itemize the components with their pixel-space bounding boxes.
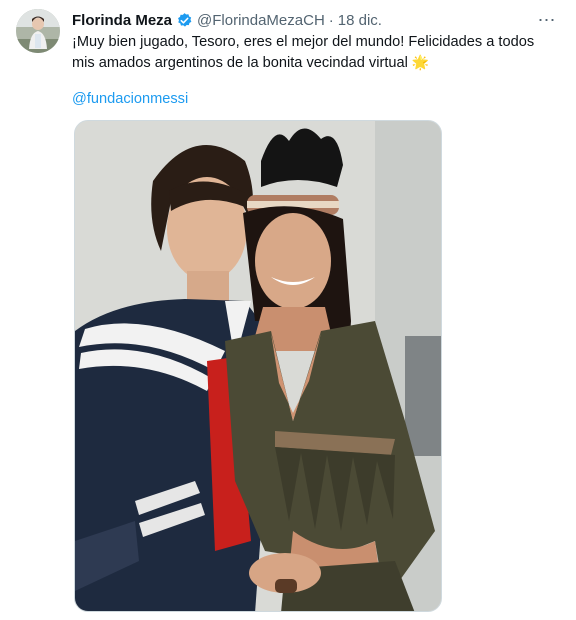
- author-avatar[interactable]: [16, 9, 60, 53]
- tweet-date[interactable]: 18 dic.: [338, 12, 382, 29]
- tweet-text: ¡Muy bien jugado, Tesoro, eres el mejor …: [72, 32, 560, 73]
- mention-link[interactable]: @fundacionmessi: [72, 91, 188, 107]
- header-separator: ·: [328, 11, 334, 29]
- photo-image: [75, 121, 441, 611]
- tweet-text-content: ¡Muy bien jugado, Tesoro, eres el mejor …: [72, 34, 535, 71]
- more-options-icon[interactable]: ⋯: [536, 10, 558, 30]
- tweet-photo[interactable]: [74, 120, 442, 612]
- tweet-card[interactable]: Florinda Meza @FlorindaMezaCH · 18 dic. …: [0, 0, 576, 620]
- author-name[interactable]: Florinda Meza: [72, 12, 172, 29]
- avatar-image: [16, 9, 60, 53]
- author-handle[interactable]: @FlorindaMezaCH: [197, 12, 325, 29]
- tweet-header: Florinda Meza @FlorindaMezaCH · 18 dic.: [72, 10, 382, 30]
- verified-badge-icon: [176, 12, 193, 29]
- glowing-star-emoji: 🌟: [411, 54, 430, 70]
